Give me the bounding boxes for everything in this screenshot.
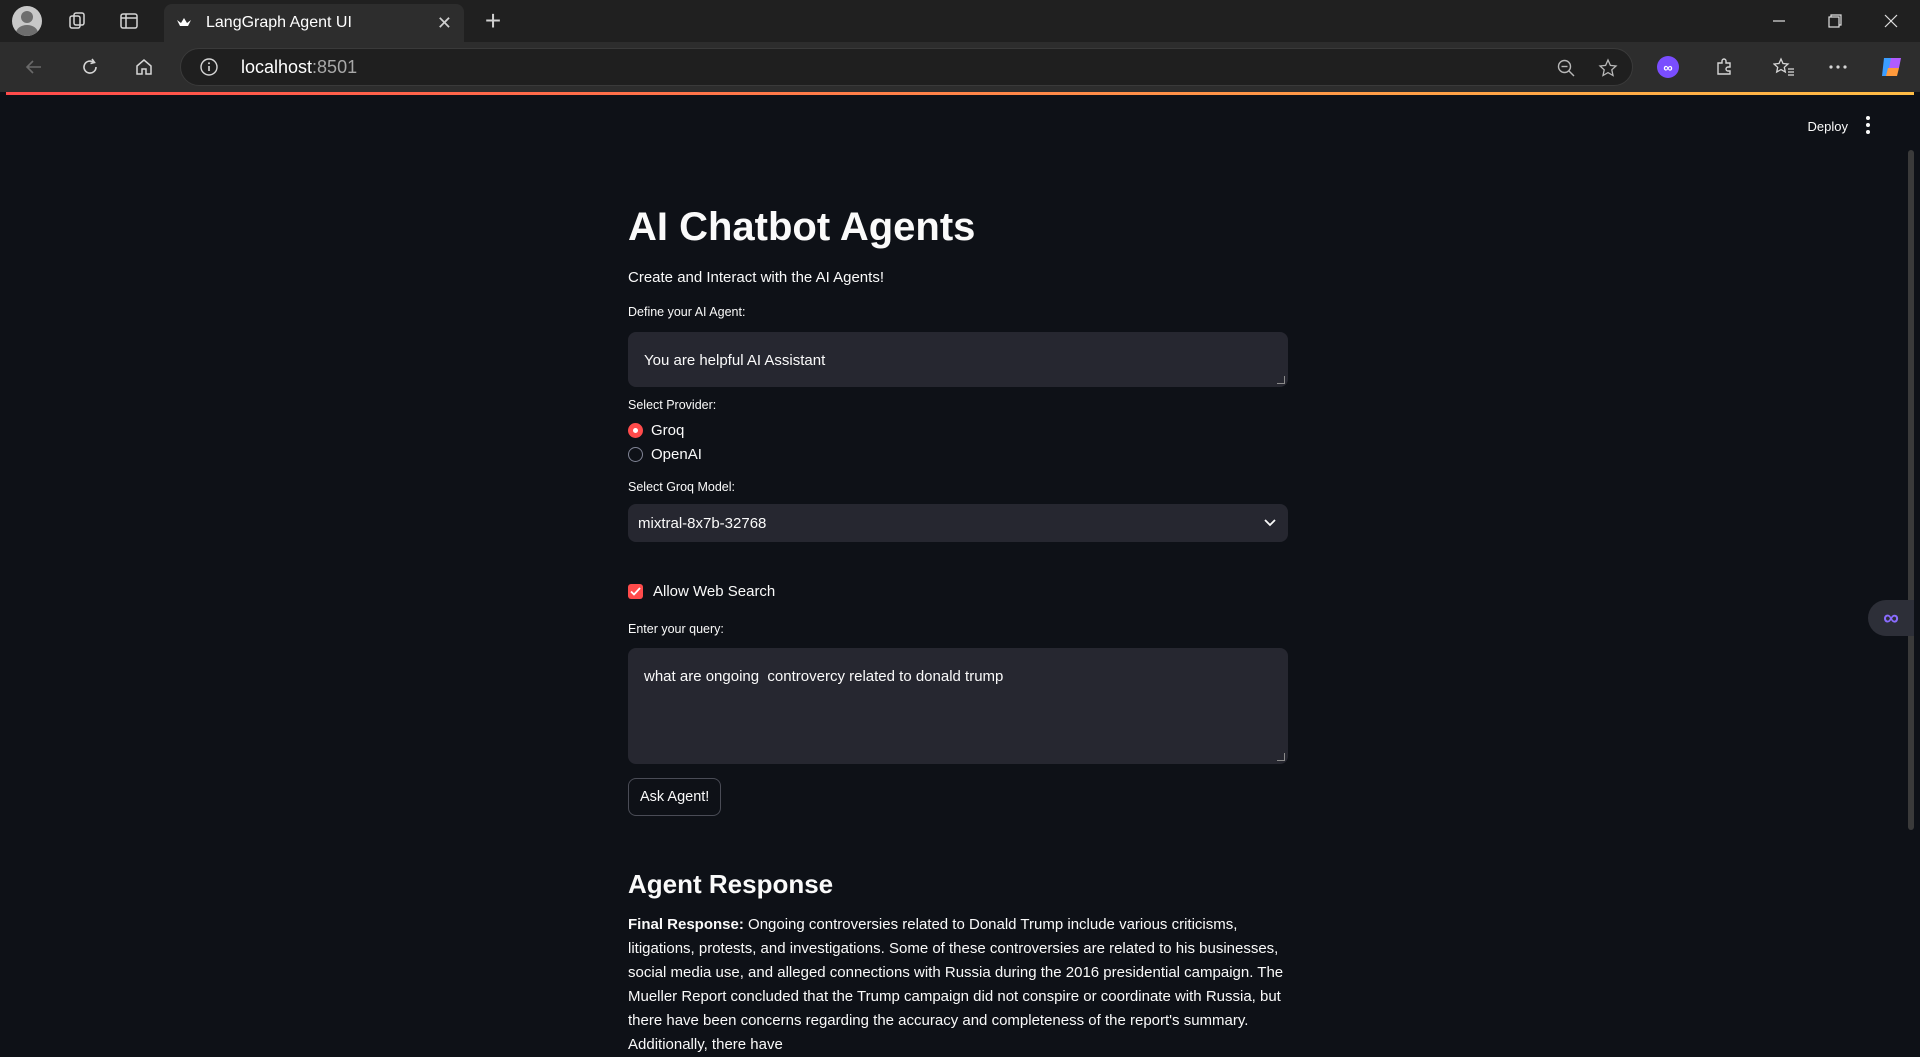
provider-option-label: OpenAI: [651, 446, 702, 463]
sidebar-extension-icon[interactable]: ∞: [1868, 600, 1914, 636]
web-search-checkbox[interactable]: Allow Web Search: [628, 583, 775, 600]
system-prompt-textarea[interactable]: You are helpful AI Assistant: [628, 332, 1288, 387]
back-arrow-icon[interactable]: [16, 50, 52, 84]
browser-nav-bar: localhost:8501 ∞: [0, 42, 1920, 92]
agent-response: Final Response: Ongoing controversies re…: [628, 913, 1288, 1057]
query-textarea[interactable]: what are ongoing controvercy related to …: [628, 648, 1288, 764]
home-icon[interactable]: [126, 50, 162, 84]
main-menu-icon[interactable]: [1858, 113, 1878, 137]
browser-tab-bar: LangGraph Agent UI ✕ +: [0, 0, 1920, 42]
address-host: localhost: [241, 56, 313, 77]
provider-radio-groq[interactable]: Groq: [628, 422, 684, 439]
page-title: AI Chatbot Agents: [628, 205, 976, 249]
provider-radio-openai[interactable]: OpenAI: [628, 446, 702, 463]
system-prompt-value: You are helpful AI Assistant: [644, 352, 826, 369]
workspaces-icon[interactable]: [54, 0, 100, 42]
provider-label: Select Provider:: [628, 398, 717, 412]
close-window-icon[interactable]: [1862, 0, 1920, 42]
more-menu-icon[interactable]: [1820, 50, 1856, 84]
response-text: Ongoing controversies related to Donald …: [628, 916, 1284, 1053]
zoom-out-icon[interactable]: [1551, 55, 1581, 81]
web-search-label: Allow Web Search: [653, 583, 776, 600]
refresh-icon[interactable]: [72, 50, 108, 84]
resize-handle-icon[interactable]: [1277, 753, 1285, 761]
address-port: :8501: [312, 56, 358, 77]
vertical-tabs-icon[interactable]: [106, 0, 152, 42]
response-prefix: Final Response:: [628, 916, 744, 933]
ask-agent-button[interactable]: Ask Agent!: [628, 778, 722, 816]
address-bar[interactable]: localhost:8501: [180, 48, 1633, 86]
address-url: localhost:8501: [241, 57, 357, 78]
extensions-puzzle-icon[interactable]: [1706, 50, 1742, 84]
query-label: Enter your query:: [628, 622, 724, 636]
provider-option-label: Groq: [651, 422, 685, 439]
restore-icon[interactable]: [1806, 0, 1864, 42]
radio-selected-icon: [628, 423, 643, 438]
profile-avatar-icon[interactable]: [4, 0, 50, 42]
extension-infinity-icon[interactable]: ∞: [1650, 50, 1686, 84]
system-prompt-label: Define your AI Agent:: [628, 305, 746, 319]
new-tab-button[interactable]: +: [476, 4, 510, 38]
checkbox-checked-icon: [628, 584, 643, 599]
model-select[interactable]: mixtral-8x7b-32768: [628, 504, 1288, 542]
page-scrollbar[interactable]: [1908, 150, 1914, 830]
query-value: what are ongoing controvercy related to …: [644, 668, 1004, 685]
response-heading: Agent Response: [628, 869, 834, 899]
tab-title: LangGraph Agent UI: [206, 14, 352, 31]
copilot-icon[interactable]: [1874, 50, 1910, 84]
radio-unselected-icon: [628, 447, 643, 462]
site-info-icon[interactable]: [189, 57, 229, 77]
browser-tab-active[interactable]: LangGraph Agent UI ✕: [164, 4, 464, 42]
favorite-star-icon[interactable]: [1593, 55, 1623, 81]
chevron-down-icon: [1262, 515, 1278, 531]
model-label: Select Groq Model:: [628, 480, 735, 494]
page-subtitle: Create and Interact with the AI Agents!: [628, 269, 884, 286]
minimize-icon[interactable]: [1750, 0, 1808, 42]
streamlit-app: Deploy ∞ AI Chatbot Agents Create and In…: [6, 92, 1914, 1053]
deploy-button[interactable]: Deploy: [1808, 119, 1848, 134]
favorites-icon[interactable]: [1766, 50, 1802, 84]
model-select-value: mixtral-8x7b-32768: [638, 514, 767, 532]
streamlit-crown-icon: [176, 15, 192, 31]
tab-close-icon[interactable]: ✕: [437, 13, 452, 34]
resize-handle-icon[interactable]: [1277, 376, 1285, 384]
